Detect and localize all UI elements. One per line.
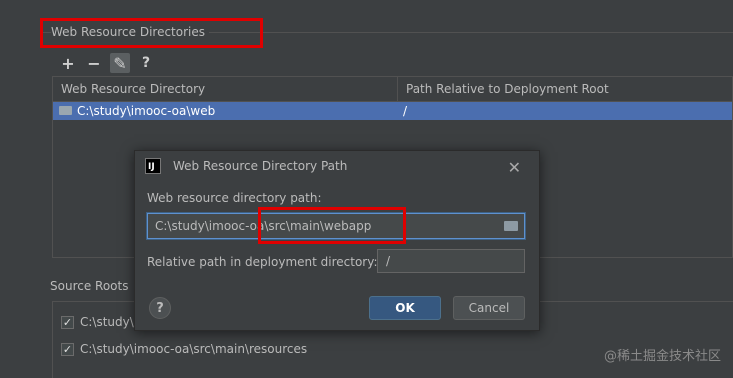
table-toolbar: + − ✎ ? (52, 52, 733, 74)
source-root-path: C:\study\imooc-oa\src\main\resources (80, 342, 308, 356)
help-icon[interactable]: ? (136, 53, 156, 73)
path-label: Web resource directory path: (147, 191, 322, 205)
source-root-item[interactable]: ✓ C:\study\ (61, 315, 134, 329)
source-roots-title: Source Roots (50, 279, 129, 293)
path-highlight (258, 207, 406, 244)
help-button[interactable]: ? (149, 297, 171, 319)
cell-relative-path: / (397, 102, 732, 120)
ok-button[interactable]: OK (369, 296, 441, 320)
section-title-highlight (40, 18, 263, 48)
intellij-icon: IJ (145, 158, 161, 174)
cell-directory: C:\study\imooc-oa\web (53, 102, 397, 120)
directory-path: C:\study\imooc-oa\web (77, 104, 216, 118)
watermark: @稀土掘金技术社区 (603, 349, 721, 364)
dialog-title: Web Resource Directory Path (173, 159, 348, 173)
column-header-relative-path[interactable]: Path Relative to Deployment Root (397, 77, 732, 101)
table-header: Web Resource Directory Path Relative to … (53, 77, 732, 102)
remove-button[interactable]: − (84, 53, 104, 73)
cancel-button[interactable]: Cancel (453, 296, 525, 320)
close-icon[interactable]: ✕ (508, 158, 521, 177)
source-root-item[interactable]: ✓ C:\study\imooc-oa\src\main\resources (61, 342, 307, 356)
relative-path-value: / (403, 104, 408, 118)
column-header-directory[interactable]: Web Resource Directory (53, 77, 397, 101)
dialog-title-bar: IJ Web Resource Directory Path (145, 158, 347, 174)
edit-icon[interactable]: ✎ (110, 53, 130, 73)
folder-icon (59, 106, 72, 115)
relative-path-input[interactable]: / (377, 249, 525, 273)
checkbox[interactable]: ✓ (61, 342, 74, 356)
folder-browse-icon[interactable] (504, 221, 518, 231)
add-button[interactable]: + (58, 53, 78, 73)
relative-path-input-value: / (386, 254, 391, 268)
checkbox[interactable]: ✓ (61, 315, 74, 329)
table-row[interactable]: C:\study\imooc-oa\web / (53, 102, 732, 120)
source-root-path: C:\study\ (80, 315, 134, 329)
relative-path-label: Relative path in deployment directory: (147, 255, 378, 269)
